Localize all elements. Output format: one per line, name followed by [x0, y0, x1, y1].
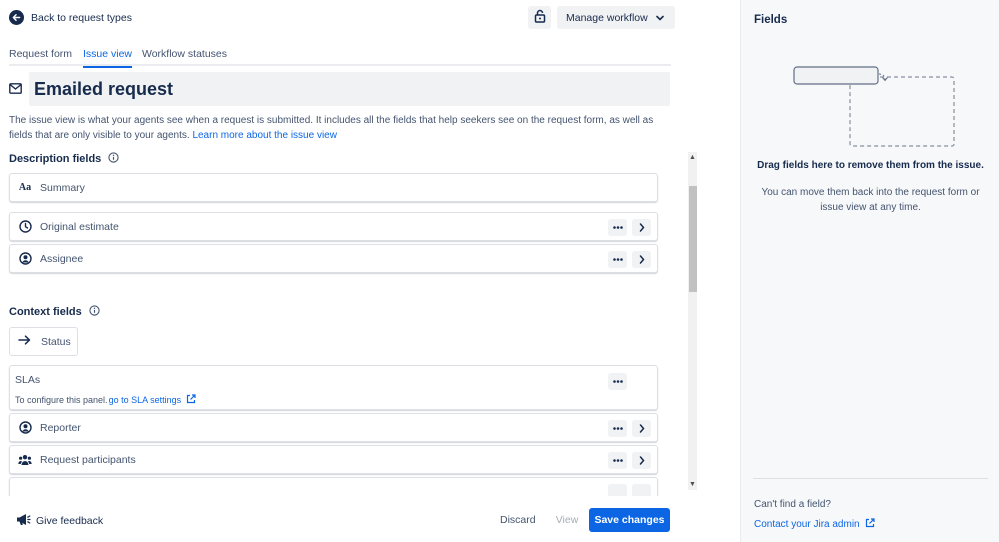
- external-link-icon: [865, 518, 875, 531]
- scroll-up-arrow-icon[interactable]: ▲: [689, 154, 696, 161]
- envelope-icon: [9, 83, 22, 97]
- discard-button[interactable]: Discard: [500, 514, 536, 526]
- sla-hint-text: To configure this panel.: [15, 395, 108, 405]
- field-label: Summary: [40, 181, 85, 194]
- drop-zone-text: You can move them back into the request …: [761, 187, 980, 213]
- tab-issue-view[interactable]: Issue view: [83, 48, 133, 68]
- field-label: Status: [41, 335, 71, 348]
- context-fields-title: Context fields: [9, 306, 82, 318]
- issue-view-editor: Back to request types Manage workflow Re…: [0, 0, 740, 542]
- learn-more-link[interactable]: Learn more about the issue view: [192, 130, 337, 141]
- feedback-label: Give feedback: [36, 515, 104, 527]
- field-summary[interactable]: Aa Summary: [9, 173, 658, 202]
- view-button[interactable]: View: [549, 508, 585, 532]
- chevron-right-icon[interactable]: [632, 219, 651, 236]
- sla-hint: To configure this panel. go to SLA setti…: [15, 394, 196, 406]
- arrow-right-icon: [18, 335, 31, 348]
- chevron-right-icon[interactable]: [632, 420, 651, 437]
- sla-settings-link[interactable]: go to SLA settings: [109, 395, 182, 405]
- field-label: Reporter: [40, 421, 81, 434]
- field-assignee[interactable]: Assignee: [9, 244, 658, 273]
- back-to-request-types-link[interactable]: Back to request types: [9, 10, 132, 25]
- megaphone-icon: [16, 513, 31, 529]
- scrollbar-thumb[interactable]: [689, 186, 697, 292]
- save-changes-button[interactable]: Save changes: [589, 508, 670, 532]
- sla-title: SLAs: [15, 374, 41, 386]
- fields-panel: Fields Drag fields here to remove them f…: [740, 0, 999, 542]
- lock-icon: [534, 9, 546, 26]
- contact-admin-label: Contact your Jira admin: [754, 519, 860, 530]
- text-format-icon: Aa: [18, 182, 32, 193]
- field-slas[interactable]: SLAs To configure this panel. go to SLA …: [9, 365, 658, 410]
- fields-panel-title: Fields: [754, 14, 788, 26]
- external-link-icon: [186, 394, 196, 406]
- field-label: Assignee: [40, 252, 84, 265]
- more-options-button[interactable]: [608, 251, 627, 268]
- people-group-icon: [18, 453, 32, 467]
- divider: [753, 478, 988, 479]
- field-reporter[interactable]: Reporter: [9, 413, 658, 442]
- field-status[interactable]: Status: [9, 327, 78, 356]
- more-options-button[interactable]: [608, 420, 627, 437]
- description-fields-heading: Description fields: [9, 152, 119, 166]
- lock-button[interactable]: [528, 6, 551, 29]
- footer-bar: Give feedback Discard View Save changes: [0, 496, 740, 542]
- field-label: Request participants: [40, 453, 136, 466]
- manage-workflow-button[interactable]: Manage workflow: [557, 6, 675, 29]
- tab-bar: Request form Issue view Workflow statuse…: [9, 46, 671, 68]
- tab-workflow-statuses[interactable]: Workflow statuses: [142, 48, 227, 66]
- more-options-button[interactable]: [608, 219, 627, 236]
- info-icon[interactable]: [108, 152, 119, 166]
- arrow-left-icon: [9, 10, 24, 25]
- field-label: Original estimate: [40, 220, 119, 233]
- clock-icon: [18, 220, 32, 234]
- more-options-button[interactable]: [608, 452, 627, 469]
- manage-workflow-label: Manage workflow: [566, 11, 648, 24]
- field-original-estimate[interactable]: Original estimate: [9, 212, 658, 241]
- request-type-title[interactable]: Emailed request: [29, 72, 670, 106]
- description-fields-title: Description fields: [9, 153, 102, 165]
- info-icon[interactable]: [89, 305, 100, 319]
- back-label: Back to request types: [31, 11, 132, 24]
- give-feedback-button[interactable]: Give feedback: [16, 513, 103, 529]
- chevron-right-icon[interactable]: [632, 251, 651, 268]
- field-request-participants[interactable]: Request participants: [9, 445, 658, 474]
- drop-zone-illustration: [793, 64, 959, 153]
- context-fields-heading: Context fields: [9, 305, 100, 319]
- drop-zone-heading: Drag fields here to remove them from the…: [757, 160, 984, 171]
- chevron-down-icon: [655, 12, 664, 24]
- person-circle-icon: [18, 252, 32, 266]
- contact-admin-link[interactable]: Contact your Jira admin: [754, 518, 875, 531]
- more-options-button[interactable]: [608, 373, 627, 390]
- person-circle-icon: [18, 421, 32, 435]
- scroll-down-arrow-icon[interactable]: ▼: [689, 481, 696, 488]
- page-description: The issue view is what your agents see w…: [9, 114, 669, 143]
- chevron-right-icon[interactable]: [632, 452, 651, 469]
- title-row: Emailed request: [9, 72, 670, 106]
- tab-request-form[interactable]: Request form: [9, 48, 72, 66]
- cant-find-field-text: Can't find a field?: [754, 499, 831, 510]
